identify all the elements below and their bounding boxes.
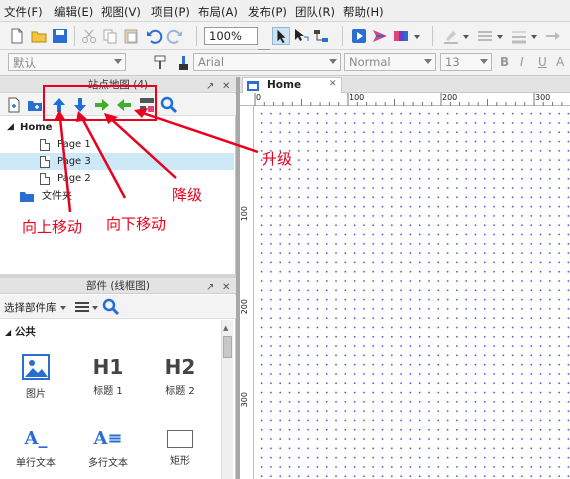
annotation-promote: 升级 xyxy=(262,150,293,168)
annotation-overlay xyxy=(43,85,259,213)
arrow-promote xyxy=(139,110,259,154)
arrow-move-up xyxy=(58,117,72,213)
arrowhead xyxy=(54,110,66,121)
annotation-demote: 降级 xyxy=(172,186,203,204)
annotation-move-down: 向下移动 xyxy=(106,215,167,233)
arrow-move-down xyxy=(80,117,127,199)
arrow-demote xyxy=(109,117,177,179)
annotation-move-up: 向上移动 xyxy=(22,218,83,236)
